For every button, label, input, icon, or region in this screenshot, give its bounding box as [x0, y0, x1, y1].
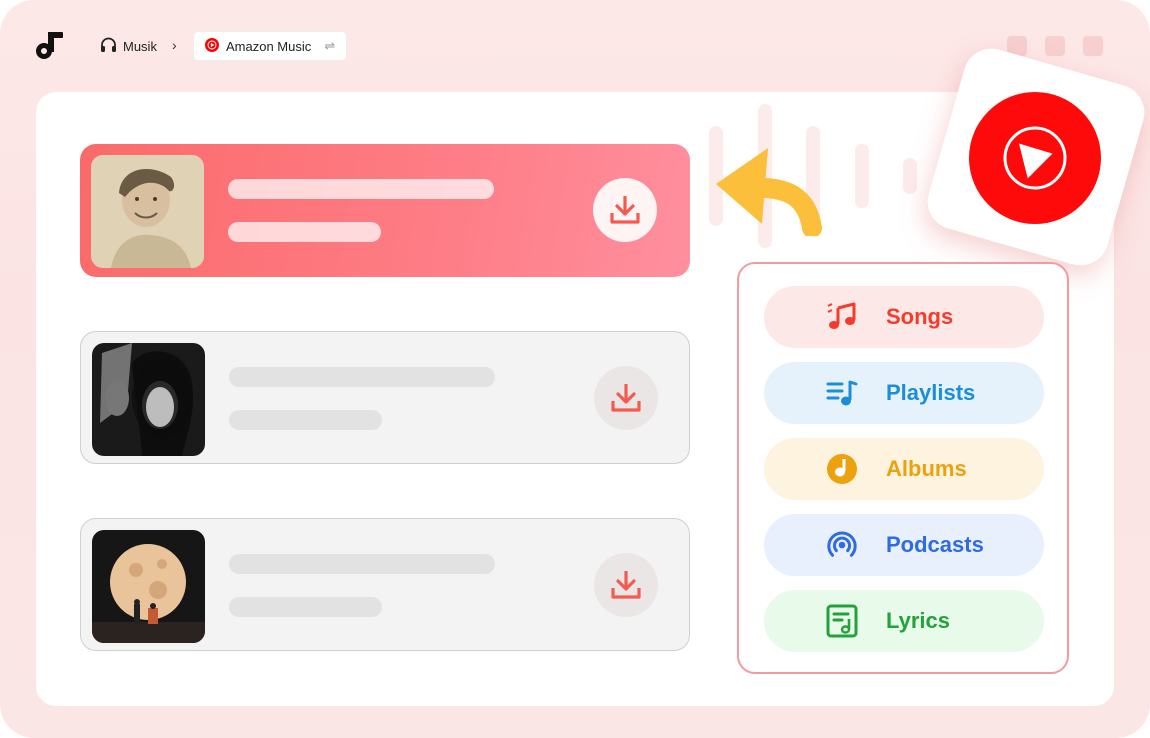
playlist-icon [826, 377, 858, 409]
swap-icon[interactable]: ⇌ [324, 38, 335, 54]
download-icon [610, 196, 640, 224]
download-button[interactable] [594, 553, 658, 617]
breadcrumb-current[interactable]: Amazon Music ⇌ [193, 31, 348, 61]
window-control-close[interactable] [1083, 36, 1103, 56]
lyrics-icon [826, 604, 858, 638]
category-label: Albums [886, 456, 967, 481]
category-panel: Songs Playlists Albums Podcasts Lyrics [737, 262, 1069, 674]
breadcrumb-home-label: Musik [123, 38, 157, 54]
download-button[interactable] [593, 178, 657, 242]
app-logo[interactable] [35, 32, 65, 60]
album-cover [92, 343, 205, 456]
chevron-right-icon: › [172, 37, 177, 53]
window-control-maximize[interactable] [1045, 36, 1065, 56]
category-playlists[interactable]: Playlists [764, 362, 1044, 424]
category-label: Podcasts [886, 532, 984, 557]
youtube-music-icon [205, 37, 219, 55]
sound-wave-bar [903, 158, 917, 194]
youtube-music-logo-icon [969, 92, 1101, 224]
album-cover [92, 530, 205, 643]
sound-wave-bar [855, 144, 869, 208]
artist-placeholder [229, 410, 382, 430]
artist-placeholder [228, 222, 381, 242]
title-placeholder [228, 179, 494, 199]
album-cover [91, 155, 204, 268]
track-card[interactable] [80, 331, 690, 464]
curved-arrow-icon [716, 148, 822, 236]
category-songs[interactable]: Songs [764, 286, 1044, 348]
category-lyrics[interactable]: Lyrics [764, 590, 1044, 652]
category-label: Songs [886, 304, 954, 329]
category-label: Lyrics [886, 608, 951, 633]
track-card[interactable] [80, 518, 690, 651]
podcast-icon [826, 529, 858, 561]
app-window: Musik › Amazon Music ⇌ Songs Playlists A… [0, 0, 1150, 738]
category-podcasts[interactable]: Podcasts [764, 514, 1044, 576]
album-disc-icon [826, 453, 858, 485]
title-placeholder [229, 367, 495, 387]
headphones-icon [100, 37, 117, 56]
download-icon [611, 384, 641, 412]
breadcrumb-current-label: Amazon Music [226, 38, 312, 54]
category-label: Playlists [886, 380, 976, 405]
track-card-active[interactable] [80, 144, 690, 277]
breadcrumb-home[interactable]: Musik [100, 36, 157, 56]
download-button[interactable] [594, 366, 658, 430]
category-albums[interactable]: Albums [764, 438, 1044, 500]
artist-placeholder [229, 597, 382, 617]
download-icon [611, 571, 641, 599]
music-notes-icon [826, 301, 858, 333]
title-placeholder [229, 554, 495, 574]
